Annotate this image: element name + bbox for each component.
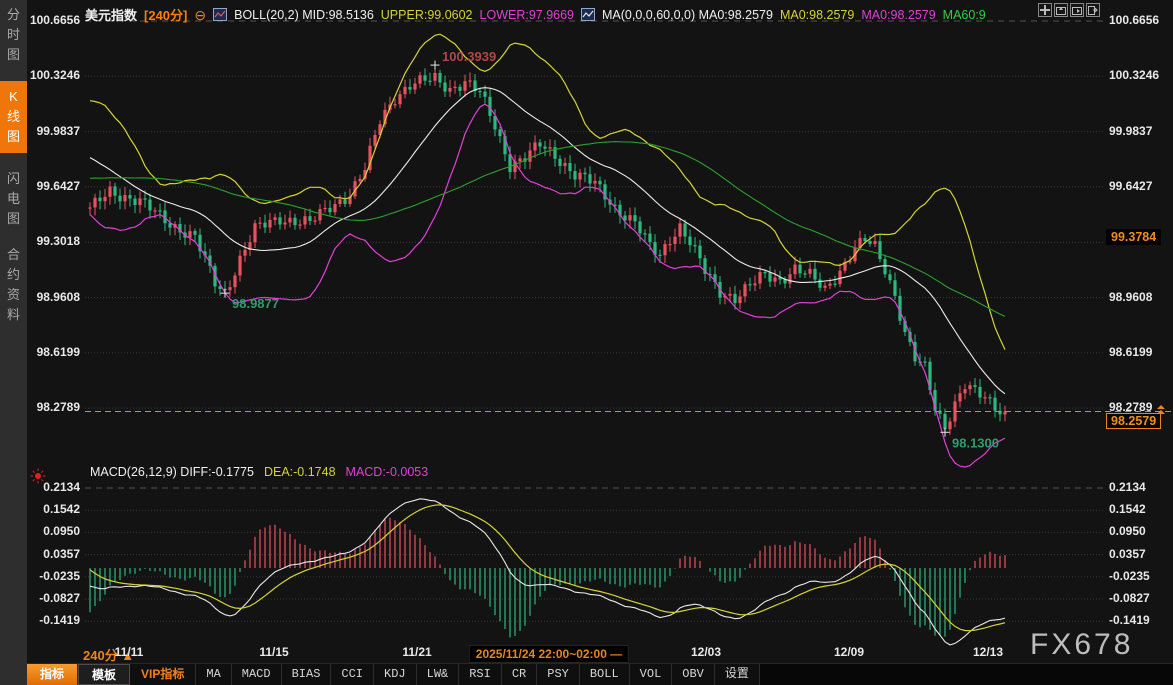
sidebar-tab-闪电图[interactable]: 闪 电 图 (0, 169, 27, 229)
alert-icon[interactable] (30, 468, 46, 489)
toolbar-button-KDJ[interactable]: KDJ (374, 664, 417, 685)
toolbar-button-MA[interactable]: MA (196, 664, 231, 685)
ma-indicator-chart-icon[interactable] (581, 8, 595, 21)
collapse-icon[interactable]: ⊖ (194, 9, 206, 21)
macd-axis-label-left: 0.0357 (22, 547, 80, 561)
boll-indicator-chart-icon[interactable] (213, 8, 227, 21)
price-axis-label-right: 98.9608 (1109, 290, 1169, 304)
toolbar-button-BOLL[interactable]: BOLL (580, 664, 630, 685)
toolbar-button-LW&[interactable]: LW& (417, 664, 460, 685)
ma-value-2: MA0:98.2579 (861, 8, 935, 22)
date-label: 12/03 (691, 645, 721, 659)
selected-date-label: 2025/11/24 22:00~02:00 — (469, 645, 629, 663)
bottom-toolbar: 指标模板VIP指标MAMACDBIASCCIKDJLW&RSICRPSYBOLL… (27, 663, 1173, 685)
symbol-name: 美元指数 (85, 5, 137, 24)
price-axis-label-left: 99.6427 (22, 179, 80, 193)
price-axis-label-right: 100.6656 (1109, 13, 1169, 27)
sidebar-tab-分时图[interactable]: 分 时 图 (0, 5, 27, 65)
date-label: 11/15 (259, 645, 288, 659)
toolbar-button-VOL[interactable]: VOL (630, 664, 673, 685)
toolbar-button-CR[interactable]: CR (502, 664, 537, 685)
macd-axis-label-right: -0.1419 (1109, 613, 1169, 627)
svg-text:98.1300: 98.1300 (952, 435, 999, 450)
macd-axis-label-right: -0.0827 (1109, 591, 1169, 605)
trading-terminal: 分 时 图 K 线 图闪 电 图合 约 资 料 100.3939 98.9877 98… (0, 0, 1173, 685)
boll-value-1: UPPER:99.0602 (381, 8, 473, 22)
toolbar-button-RSI[interactable]: RSI (459, 664, 502, 685)
price-axis-label-right: 100.3246 (1109, 68, 1169, 82)
price-axis-label-left: 98.2789 (22, 400, 80, 414)
ma-value-0: MA(0,0,0,60,0,0) MA0:98.2579 (602, 8, 773, 22)
macd-axis-label-left: 0.0950 (22, 524, 80, 538)
pane-up-icon[interactable] (1054, 3, 1068, 17)
pop-out-icon[interactable] (1086, 3, 1100, 17)
macd-value-1: DEA:-0.1748 (264, 465, 336, 479)
ma-value-3: MA60:9 (943, 8, 986, 22)
price-axis-label-right: 99.9837 (1109, 124, 1169, 138)
toolbar-button-设置[interactable]: 设置 (715, 664, 760, 685)
price-axis-label-left: 100.6656 (22, 13, 80, 27)
toolbar-button-BIAS[interactable]: BIAS (282, 664, 332, 685)
svg-text:100.3939: 100.3939 (442, 49, 496, 64)
price-anchor-arrow-icon[interactable] (1156, 402, 1166, 420)
price-axis-label-right: 99.6427 (1109, 179, 1169, 193)
pane-right-icon[interactable] (1070, 3, 1084, 17)
price-axis-label-left: 98.6199 (22, 345, 80, 359)
move-tool-icon[interactable] (1038, 3, 1052, 17)
toolbar-button-PSY[interactable]: PSY (537, 664, 580, 685)
current-price-badge: 98.2579 (1106, 413, 1161, 429)
ma-value-1: MA0:98.2579 (780, 8, 854, 22)
macd-axis-label-right: 0.0357 (1109, 547, 1169, 561)
period-label: [240分] (144, 5, 187, 24)
macd-axis-label-right: 0.2134 (1109, 480, 1169, 494)
sidebar-tab-K线图[interactable]: K 线 图 (0, 81, 27, 153)
macd-axis-label-right: 0.0950 (1109, 524, 1169, 538)
macd-axis-label-left: 0.1542 (22, 502, 80, 516)
boll-legend-values: BOLL(20,2) MID:98.5136 UPPER:99.0602 LOWER… (234, 8, 574, 22)
ma-legend-values: MA(0,0,0,60,0,0) MA0:98.2579 MA0:98.2579 M… (602, 8, 986, 22)
toolbar-button-VIP指标[interactable]: VIP指标 (130, 664, 196, 685)
boll-value-2: LOWER:97.9669 (480, 8, 575, 22)
toolbar-button-CCI[interactable]: CCI (331, 664, 374, 685)
toolbar-button-模板[interactable]: 模板 (78, 664, 130, 685)
window-controls (1038, 3, 1100, 17)
boll-value-0: BOLL(20,2) MID:98.5136 (234, 8, 374, 22)
macd-value-0: MACD(26,12,9) DIFF:-0.1775 (90, 465, 254, 479)
reference-price-badge: 99.3784 (1106, 229, 1161, 245)
macd-axis-label-right: -0.0235 (1109, 569, 1169, 583)
toolbar-button-MACD[interactable]: MACD (232, 664, 282, 685)
date-label: 11/21 (402, 645, 431, 659)
macd-axis-label-left: -0.0827 (22, 591, 80, 605)
price-axis-label-left: 99.9837 (22, 124, 80, 138)
price-macd-chart[interactable]: 100.3939 98.9877 98.1300 (0, 0, 1173, 663)
macd-axis-label-left: -0.0235 (22, 569, 80, 583)
watermark: FX678 (1030, 628, 1133, 662)
svg-text:98.9877: 98.9877 (232, 296, 279, 311)
price-axis-label-left: 99.3018 (22, 234, 80, 248)
date-label: 12/13 (973, 645, 1003, 659)
sidebar: 分 时 图 K 线 图闪 电 图合 约 资 料 (0, 0, 27, 685)
macd-legend: MACD(26,12,9) DIFF:-0.1775 DEA:-0.1748 MAC… (90, 465, 428, 479)
price-axis-label-left: 100.3246 (22, 68, 80, 82)
macd-axis-label-right: 0.1542 (1109, 502, 1169, 516)
chart-legend: 美元指数 [240分] ⊖ BOLL(20,2) MID:98.5136 UPPE… (85, 5, 986, 24)
toolbar-button-指标[interactable]: 指标 (27, 664, 78, 685)
date-label: 12/09 (834, 645, 864, 659)
price-axis-label-left: 98.9608 (22, 290, 80, 304)
date-label: 11/11 (115, 645, 144, 659)
macd-value-2: MACD:-0.0053 (346, 465, 429, 479)
macd-axis-label-left: -0.1419 (22, 613, 80, 627)
sidebar-tab-合约资料[interactable]: 合 约 资 料 (0, 245, 27, 325)
toolbar-button-OBV[interactable]: OBV (672, 664, 715, 685)
price-axis-label-right: 98.6199 (1109, 345, 1169, 359)
